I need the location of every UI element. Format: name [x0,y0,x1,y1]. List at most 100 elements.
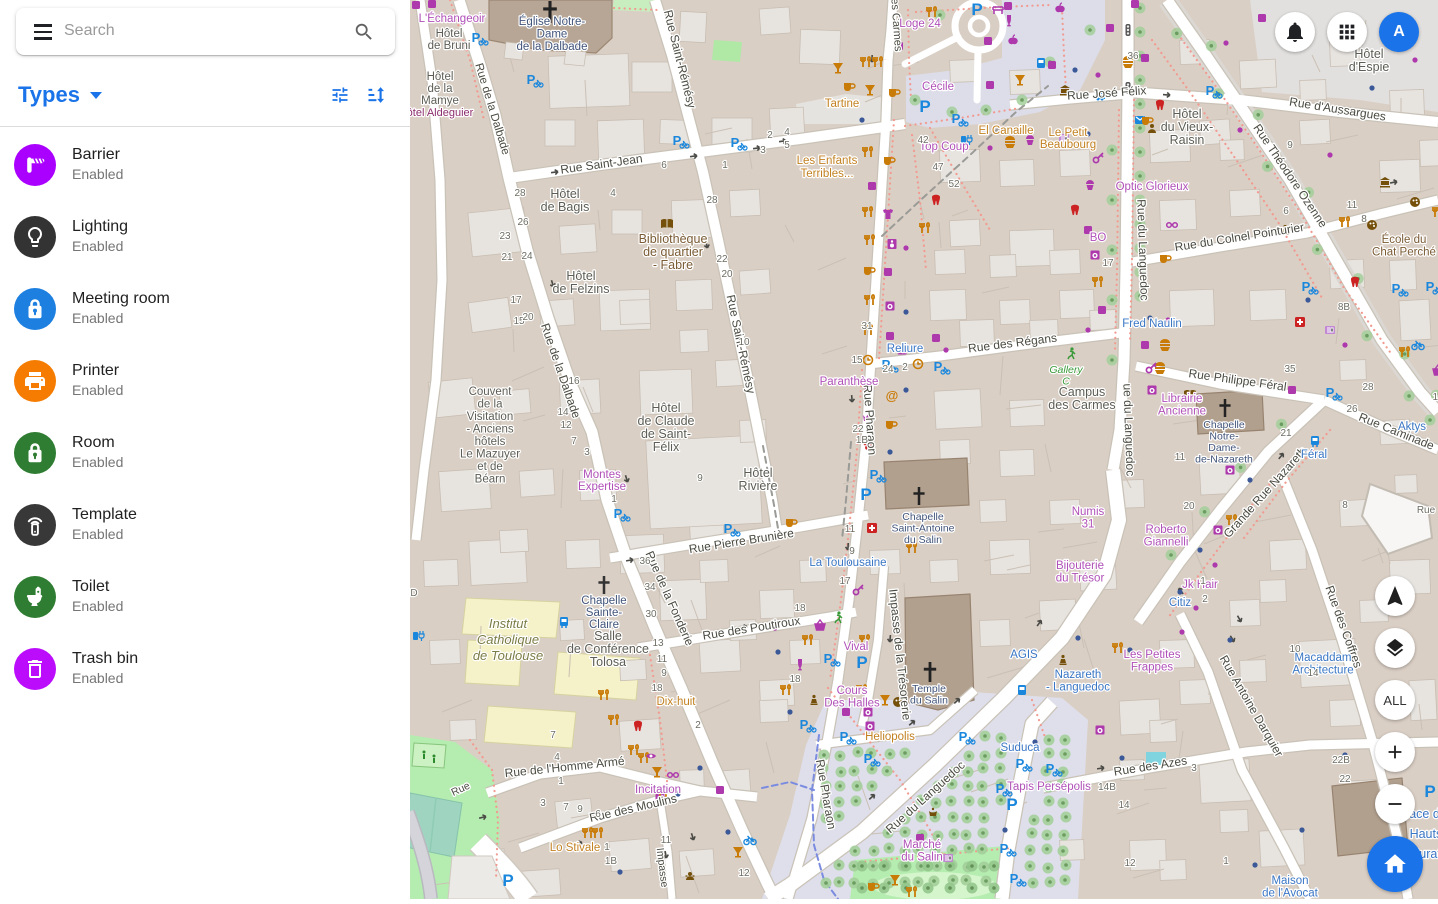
svg-text:2: 2 [1202,594,1208,605]
svg-text:10: 10 [738,337,750,348]
svg-text:26: 26 [1346,404,1358,415]
svg-text:21: 21 [501,252,513,263]
svg-text:de la: de la [478,399,504,411]
svg-text:1: 1 [558,776,564,787]
svg-text:22: 22 [1339,774,1351,785]
svg-text:Félix: Félix [653,440,680,454]
svg-text:9: 9 [661,668,667,679]
svg-text:14B: 14B [1098,782,1116,793]
svg-text:Librairie: Librairie [1162,393,1203,405]
svg-text:Hôtel: Hôtel [1354,47,1383,61]
svg-text:7: 7 [550,730,556,741]
svg-text:1: 1 [1223,856,1229,867]
svg-text:Hauts-: Hauts- [1410,827,1438,841]
svg-text:Dix-huit: Dix-huit [657,696,697,708]
svg-text:Notre-: Notre- [1209,431,1239,443]
svg-text:Architecture: Architecture [1292,665,1353,677]
svg-text:Beaubourg: Beaubourg [1040,139,1096,151]
svg-text:24: 24 [882,364,894,375]
svg-text:Mamye: Mamye [421,95,459,107]
svg-text:9: 9 [697,473,703,484]
svg-text:Expertise: Expertise [578,481,626,493]
svg-text:Saint-Antoine: Saint-Antoine [891,523,954,535]
svg-text:Catholique: Catholique [477,632,539,647]
svg-text:18: 18 [651,683,663,694]
svg-text:Hôtel: Hôtel [550,187,579,201]
svg-text:20: 20 [1183,501,1195,512]
svg-text:hôtels: hôtels [475,436,506,448]
svg-text:28: 28 [1362,382,1374,393]
svg-text:3: 3 [540,798,546,809]
svg-text:11: 11 [661,835,672,846]
svg-text:Citiz: Citiz [1169,597,1192,609]
svg-text:El Canaille: El Canaille [979,125,1034,137]
svg-text:1B: 1B [605,856,618,867]
svg-text:Dame-: Dame- [1208,442,1240,454]
svg-text:26: 26 [517,217,529,228]
svg-text:de Bagis: de Bagis [541,200,590,214]
svg-text:9: 9 [577,804,583,815]
svg-text:de Bruni: de Bruni [428,40,471,52]
svg-text:Gallery: Gallery [1049,364,1083,376]
svg-text:Tapis Persépolis: Tapis Persépolis [1007,781,1091,793]
svg-text:1: 1 [604,842,610,853]
svg-text:14: 14 [557,407,569,418]
svg-text:20: 20 [522,312,534,323]
svg-text:18: 18 [794,603,806,614]
svg-text:des Carmes: des Carmes [1048,398,1115,412]
svg-text:1: 1 [722,160,728,171]
svg-text:Chat Perché: Chat Perché [1372,247,1436,259]
svg-text:Chapelle: Chapelle [902,511,944,523]
svg-text:Rue: Rue [1417,505,1436,516]
svg-text:Institut: Institut [489,616,529,631]
svg-text:47: 47 [932,162,944,173]
svg-text:10: 10 [1432,392,1438,403]
svg-text:Numis: Numis [1072,506,1105,518]
svg-text:Dame: Dame [537,29,568,41]
svg-text:Suduca: Suduca [1000,742,1040,754]
svg-text:Tartine: Tartine [825,98,860,110]
svg-text:11: 11 [1347,200,1358,211]
svg-text:Le Mazuyer: Le Mazuyer [460,449,520,461]
svg-text:Bijouterie: Bijouterie [1056,560,1104,572]
svg-text:Optic Glorieux: Optic Glorieux [1116,181,1189,193]
svg-text:22: 22 [716,254,728,265]
svg-text:BO: BO [1090,232,1107,244]
svg-text:Hôtel: Hôtel [566,269,595,283]
svg-text:de Claude: de Claude [638,414,695,428]
svg-text:11: 11 [845,524,856,535]
svg-text:P: P [856,653,867,672]
svg-text:du Salin: du Salin [901,852,943,864]
svg-text:du Trésor: du Trésor [1056,573,1105,585]
svg-text:7: 7 [563,802,569,813]
svg-text:16: 16 [568,376,580,387]
svg-text:Fred Naulin: Fred Naulin [1122,318,1181,330]
svg-text:de quartier: de quartier [643,245,703,259]
svg-text:3: 3 [1191,763,1197,774]
svg-text:du Vieux-: du Vieux- [1161,120,1214,134]
svg-text:- Anciens: - Anciens [466,424,514,436]
svg-text:P: P [1424,782,1435,801]
svg-text:2: 2 [902,362,908,373]
svg-text:1: 1 [611,494,617,505]
svg-text:24: 24 [521,251,533,262]
svg-text:P: P [502,871,513,890]
svg-text:Giannelli: Giannelli [1144,537,1189,549]
svg-text:Salle: Salle [594,629,622,643]
svg-text:Hôtel: Hôtel [427,71,454,83]
svg-text:6: 6 [1283,206,1289,217]
svg-text:P: P [919,97,930,116]
svg-text:Macaddam: Macaddam [1295,652,1352,664]
svg-text:6: 6 [595,809,601,820]
svg-text:22: 22 [852,424,864,435]
svg-text:Le Petit: Le Petit [1049,127,1089,139]
svg-text:13: 13 [652,638,664,649]
svg-text:2: 2 [695,720,701,731]
svg-text:11: 11 [657,654,668,665]
svg-text:18: 18 [789,674,801,685]
svg-text:15: 15 [851,355,863,366]
svg-text:8: 8 [1361,214,1367,225]
svg-text:Hôtel: Hôtel [1172,107,1201,121]
svg-text:Chapelle: Chapelle [581,595,626,607]
svg-text:Chapelle: Chapelle [1203,419,1245,431]
